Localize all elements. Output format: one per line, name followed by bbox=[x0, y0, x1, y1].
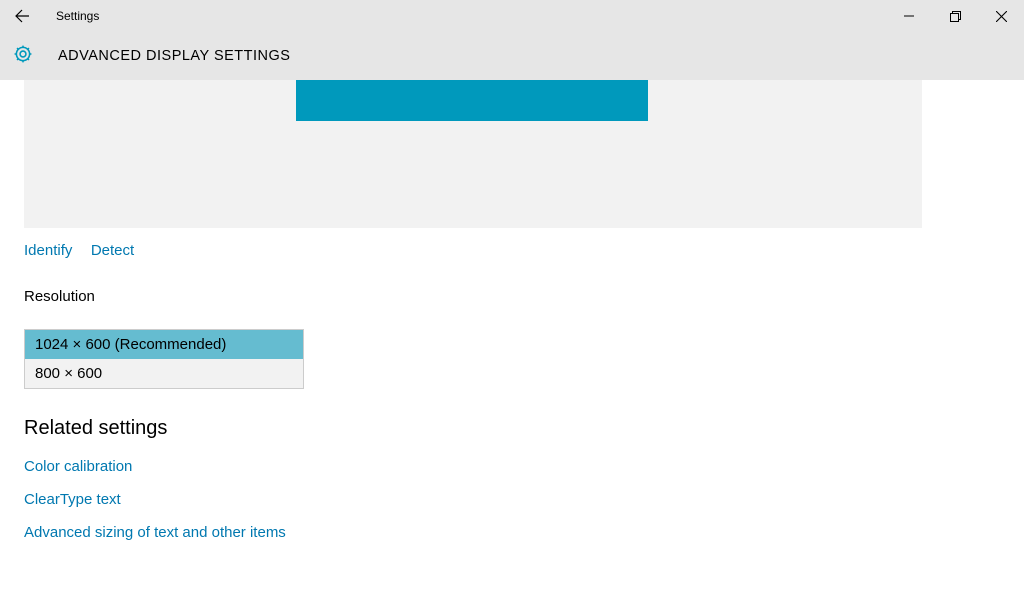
minimize-button[interactable] bbox=[886, 0, 932, 32]
gear-icon bbox=[12, 43, 34, 70]
advanced-sizing-link[interactable]: Advanced sizing of text and other items bbox=[24, 524, 1024, 541]
titlebar: Settings bbox=[0, 0, 1024, 32]
close-icon bbox=[996, 11, 1007, 22]
display-action-links: Identify Detect bbox=[24, 242, 1024, 260]
detect-link[interactable]: Detect bbox=[91, 242, 134, 259]
back-arrow-icon bbox=[14, 8, 30, 24]
content: Identify Detect Resolution Apply Cancel … bbox=[0, 80, 1024, 541]
monitor-thumbnail[interactable] bbox=[296, 80, 648, 121]
display-preview-area bbox=[24, 80, 922, 228]
page-title: ADVANCED DISPLAY SETTINGS bbox=[58, 48, 290, 64]
resolution-dropdown-list: 1024 × 600 (Recommended) 800 × 600 bbox=[24, 329, 304, 389]
window-title: Settings bbox=[56, 9, 99, 23]
resolution-option-800x600[interactable]: 800 × 600 bbox=[25, 359, 303, 388]
minimize-icon bbox=[904, 11, 914, 21]
page-title-row: ADVANCED DISPLAY SETTINGS bbox=[0, 32, 1024, 80]
cleartype-text-link[interactable]: ClearType text bbox=[24, 491, 1024, 508]
close-button[interactable] bbox=[978, 0, 1024, 32]
header: Settings ADVANCED DISPLAY SETTINGS bbox=[0, 0, 1024, 80]
resolution-option-recommended[interactable]: 1024 × 600 (Recommended) bbox=[25, 330, 303, 359]
back-button[interactable] bbox=[0, 0, 44, 32]
resolution-label: Resolution bbox=[24, 288, 1024, 305]
maximize-icon bbox=[950, 11, 961, 22]
identify-link[interactable]: Identify bbox=[24, 242, 72, 259]
maximize-button[interactable] bbox=[932, 0, 978, 32]
window-controls bbox=[886, 0, 1024, 32]
color-calibration-link[interactable]: Color calibration bbox=[24, 458, 1024, 475]
related-settings-heading: Related settings bbox=[24, 417, 1024, 440]
resolution-dropdown[interactable]: Apply Cancel 1024 × 600 (Recommended) 80… bbox=[24, 329, 304, 359]
